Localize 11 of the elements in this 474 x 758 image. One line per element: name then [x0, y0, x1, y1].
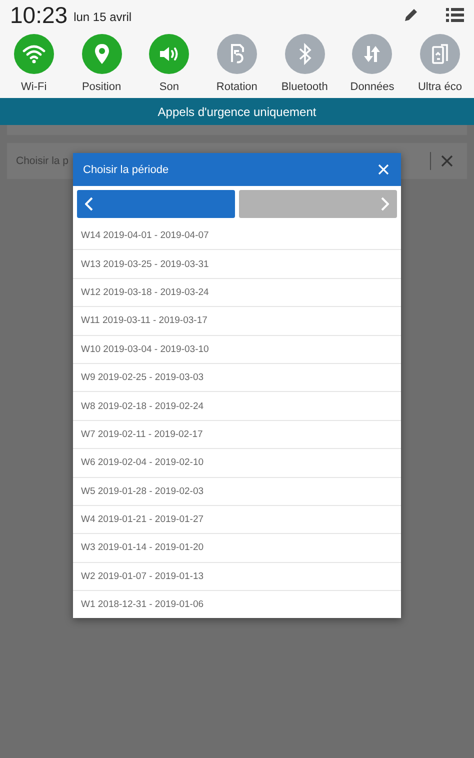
toggle-label: Rotation [216, 81, 258, 93]
toggle-label: Son [159, 81, 179, 93]
clock-time: 10:23 [10, 2, 68, 28]
toggle-label: Wi-Fi [21, 81, 47, 93]
toggle-label: Ultra éco [418, 81, 462, 93]
date-text: lun 15 avril [74, 10, 132, 24]
toggle-label: Bluetooth [281, 81, 328, 93]
toggle-label: Données [350, 81, 394, 93]
emergency-banner: Appels d'urgence uniquement [0, 98, 474, 125]
dialog-title: Choisir la période [83, 164, 169, 176]
toggle-label: Position [82, 81, 122, 93]
